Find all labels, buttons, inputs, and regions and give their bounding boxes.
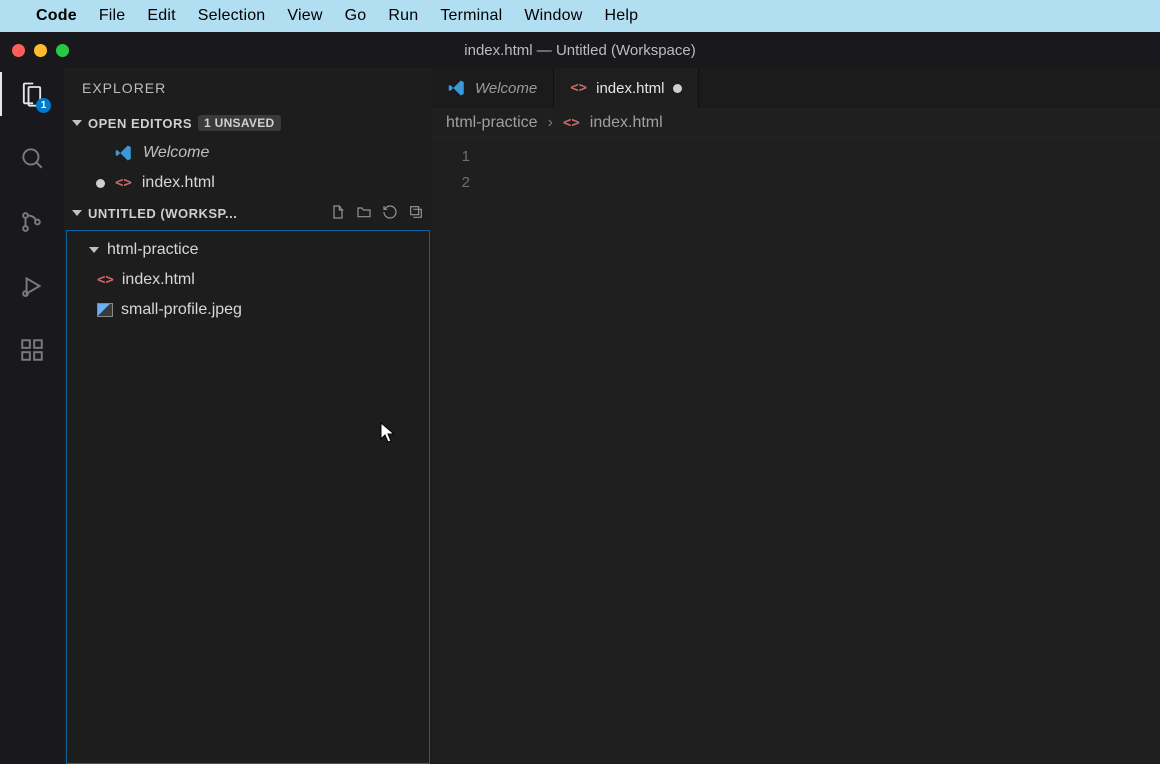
tab-label: index.html <box>596 80 664 97</box>
main-layout: 1 EXPLORER OPEN EDITORS 1 UNSAVED <box>0 68 1160 764</box>
app-window: index.html — Untitled (Workspace) 1 E <box>0 32 1160 764</box>
activity-extensions-icon[interactable] <box>16 334 48 366</box>
file-tree: html-practice <> index.html small-profil… <box>66 230 430 764</box>
unsaved-dot-icon <box>96 179 105 188</box>
explorer-title: EXPLORER <box>64 68 432 108</box>
activity-search-icon[interactable] <box>16 142 48 174</box>
vscode-icon <box>448 79 466 97</box>
tab-label: Welcome <box>475 80 537 97</box>
code-editor[interactable]: 1 2 <box>432 138 1160 764</box>
chevron-right-icon: › <box>548 114 553 132</box>
tree-file[interactable]: <> index.html <box>67 265 429 295</box>
breadcrumbs[interactable]: html-practice › <> index.html <box>432 108 1160 138</box>
activity-bar: 1 <box>0 68 64 764</box>
tab-modified-dot-icon <box>673 84 682 93</box>
activity-source-control-icon[interactable] <box>16 206 48 238</box>
mac-menu-file[interactable]: File <box>99 7 126 25</box>
new-folder-icon[interactable] <box>356 204 372 223</box>
open-editor-item[interactable]: Welcome <box>64 138 432 168</box>
activity-explorer-badge: 1 <box>36 98 51 113</box>
line-number: 2 <box>432 170 470 196</box>
chevron-down-icon <box>89 247 99 253</box>
workspace-label: UNTITLED (WORKSP... <box>88 206 237 221</box>
explorer-sidebar: EXPLORER OPEN EDITORS 1 UNSAVED Welcome … <box>64 68 432 764</box>
image-file-icon <box>97 303 113 317</box>
window-titlebar: index.html — Untitled (Workspace) <box>0 32 1160 68</box>
mac-menu-window[interactable]: Window <box>524 7 582 25</box>
chevron-down-icon <box>72 210 82 216</box>
mac-menu-terminal[interactable]: Terminal <box>440 7 502 25</box>
html-file-icon: <> <box>115 175 132 191</box>
tab-index-html[interactable]: <> index.html <box>554 68 699 108</box>
html-file-icon: <> <box>563 115 580 131</box>
open-editors-unsaved-badge: 1 UNSAVED <box>198 115 281 131</box>
activity-run-debug-icon[interactable] <box>16 270 48 302</box>
workspace-header[interactable]: UNTITLED (WORKSP... <box>64 198 432 228</box>
editor-area: Welcome <> index.html html-practice › <>… <box>432 68 1160 764</box>
tree-file-label: index.html <box>122 271 195 289</box>
open-editors-list: Welcome <> index.html <box>64 138 432 198</box>
mac-menu-view[interactable]: View <box>287 7 322 25</box>
tab-welcome[interactable]: Welcome <box>432 68 554 108</box>
open-editors-label: OPEN EDITORS <box>88 116 192 131</box>
mac-menubar: Code File Edit Selection View Go Run Ter… <box>0 0 1160 32</box>
mouse-cursor-icon <box>380 422 398 450</box>
tree-folder-label: html-practice <box>107 241 199 259</box>
open-editors-header[interactable]: OPEN EDITORS 1 UNSAVED <box>64 108 432 138</box>
line-number: 1 <box>432 144 470 170</box>
html-file-icon: <> <box>97 272 114 288</box>
refresh-icon[interactable] <box>382 204 398 223</box>
open-editor-label: Welcome <box>143 144 209 162</box>
tree-file-label: small-profile.jpeg <box>121 301 242 319</box>
tree-file[interactable]: small-profile.jpeg <box>67 295 429 325</box>
mac-menu-edit[interactable]: Edit <box>147 7 175 25</box>
workspace-tools <box>330 204 424 223</box>
open-editor-label: index.html <box>142 174 215 192</box>
tree-folder[interactable]: html-practice <box>67 235 429 265</box>
mac-menu-run[interactable]: Run <box>388 7 418 25</box>
breadcrumb-segment[interactable]: html-practice <box>446 114 538 132</box>
mac-menu-selection[interactable]: Selection <box>198 7 266 25</box>
vscode-icon <box>115 144 133 162</box>
activity-explorer-icon[interactable]: 1 <box>16 78 48 110</box>
mac-menu-help[interactable]: Help <box>604 7 638 25</box>
window-title: index.html — Untitled (Workspace) <box>0 42 1160 59</box>
breadcrumb-segment[interactable]: index.html <box>590 114 663 132</box>
open-editor-item[interactable]: <> index.html <box>64 168 432 198</box>
chevron-down-icon <box>72 120 82 126</box>
mac-menu-app[interactable]: Code <box>36 7 77 25</box>
new-file-icon[interactable] <box>330 204 346 223</box>
html-file-icon: <> <box>570 80 587 96</box>
editor-tabs: Welcome <> index.html <box>432 68 1160 108</box>
collapse-all-icon[interactable] <box>408 204 424 223</box>
mac-menu-go[interactable]: Go <box>345 7 367 25</box>
line-number-gutter: 1 2 <box>432 138 482 764</box>
